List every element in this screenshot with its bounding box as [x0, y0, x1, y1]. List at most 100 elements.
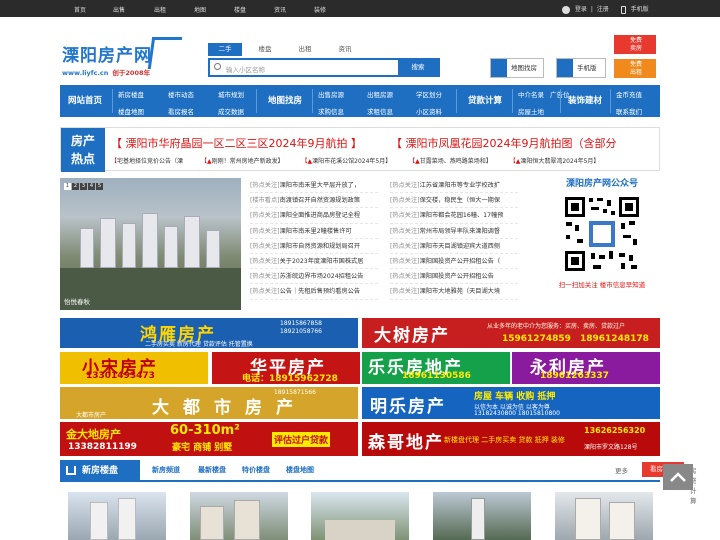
topnav-news[interactable]: 资讯	[274, 5, 286, 14]
ad-jindadi[interactable]: 金大地房产 60-310m² 豪宅 商铺 别墅 评估过户贷款 133828111…	[60, 422, 358, 456]
topnav-newhouse[interactable]: 楼盘	[234, 5, 246, 14]
nav-community[interactable]: 小区资料	[416, 106, 442, 116]
ad-dadushi[interactable]: 大都市房产 大都市房产 18915871566	[60, 387, 358, 419]
house-logo-icon	[147, 37, 183, 69]
news-item[interactable]: [热点关注]溧阳市都会花园16幢、17幢预	[390, 208, 518, 224]
topnav-separator: |	[590, 6, 593, 13]
news-item[interactable]: [热点关注]溧阳国投资产公开招租公告	[390, 269, 518, 285]
news-item[interactable]: [楼市看点]南渡镇召开自然资源规划政策	[250, 193, 378, 209]
slider-dot[interactable]: 4	[88, 183, 95, 190]
register-link[interactable]: 注册	[597, 6, 609, 13]
nav-gold-recharge[interactable]: 金币充值	[616, 89, 642, 99]
nav-contact[interactable]: 联系我们	[616, 106, 642, 116]
ad-xiaosong[interactable]: 小宋房产 13301493473	[60, 352, 208, 384]
mobile-version-button[interactable]: 手机版	[556, 58, 606, 78]
nav-loan[interactable]: 贷款计算	[458, 85, 512, 117]
tab-newhouse-channel[interactable]: 新房频道	[152, 465, 180, 475]
search-button[interactable]: 搜索	[398, 60, 438, 75]
hot-link[interactable]: 【宅基地择位竞价公告（溧	[111, 158, 191, 165]
login-link[interactable]: 登录	[575, 6, 587, 13]
main-nav: 网站首页 新房楼盘 楼盘地图 楼市动态 看房报名 城市规划 成交数据 地图找房 …	[60, 85, 660, 117]
news-item[interactable]: [热点关注]溧阳市自然资源和规划局召开	[250, 239, 378, 254]
tab-news[interactable]: 资讯	[328, 43, 362, 56]
nav-home[interactable]: 网站首页	[60, 85, 110, 117]
house-thumbnail[interactable]	[311, 492, 409, 540]
news-item[interactable]: [热点关注]苏浙皖边界市场2024招租公告	[250, 269, 378, 285]
news-item[interactable]: [热点关注]常州市局领导率队来溧阳调督	[390, 224, 518, 239]
nav-dynamic[interactable]: 楼市动态	[168, 89, 194, 99]
nav-land[interactable]: 房屋土地	[518, 106, 544, 116]
tab-rent[interactable]: 出租	[288, 43, 322, 56]
nav-rent-list[interactable]: 出租房源	[367, 89, 393, 99]
back-to-top-button[interactable]	[663, 464, 693, 490]
nav-school[interactable]: 学区划分	[416, 89, 442, 99]
site-logo[interactable]: 溧阳房产网 www.liyfc.cn 创于2008年	[62, 37, 183, 77]
slider-dot[interactable]: 1	[64, 183, 71, 190]
tab-resale[interactable]: 二手	[208, 43, 242, 56]
nav-newhouse[interactable]: 新房楼盘	[118, 89, 144, 99]
tab-map[interactable]: 楼盘地图	[286, 465, 314, 475]
tab-special[interactable]: 特价楼盘	[242, 465, 270, 475]
house-thumbnail[interactable]	[190, 492, 288, 540]
nav-decor[interactable]: 装饰建材	[560, 85, 610, 117]
free-sell-button[interactable]: 免费 卖房	[614, 35, 656, 54]
ad-mingle[interactable]: 明乐房产 房屋 车辆 收购 抵押 以信为本 以诚为信 以客为尊 13182430…	[362, 387, 660, 419]
slider-dot[interactable]: 2	[72, 183, 79, 190]
nav-wanted[interactable]: 求购信息	[318, 106, 344, 116]
search-input[interactable]: 输入小区名称	[226, 64, 265, 74]
logo-url: www.liyfc.cn	[62, 69, 109, 77]
tab-latest[interactable]: 最新楼盘	[198, 465, 226, 475]
slider-dot[interactable]: 5	[96, 183, 103, 190]
building-shape	[142, 213, 158, 268]
topnav-map[interactable]: 地图	[194, 5, 206, 14]
news-item[interactable]: [热点关注]溧阳市天目湖镇迎宾大道西侧	[390, 239, 518, 254]
nav-mapfind[interactable]: 地图找房	[258, 85, 312, 117]
nav-deal-data[interactable]: 成交数据	[218, 106, 244, 116]
news-item[interactable]: [热点关注]溧阳市南禾里2幢楼售许可	[250, 224, 378, 239]
hot-link[interactable]: 【▲溧阳恒大翡翠湾2024年5月】	[510, 158, 608, 165]
search-icon	[214, 63, 221, 70]
ad-yongli[interactable]: 永利房产 18961263337	[512, 352, 660, 384]
news-item[interactable]: [热点关注]溧阳全面推进商品房登记全程	[250, 208, 378, 224]
hot-link[interactable]: 【▲溧阳市花溪公馆2024年5月】	[302, 158, 400, 165]
more-link[interactable]: 更多	[615, 465, 628, 475]
news-item[interactable]: [热点关注]溧阳国投资产公开招租公告（	[390, 254, 518, 270]
topnav-decor[interactable]: 装修	[314, 5, 326, 14]
news-item[interactable]: [热点关注]溧阳市大地雅苑（天目湖大境	[390, 284, 518, 300]
topnav-rent[interactable]: 出租	[154, 5, 166, 14]
house-thumbnail[interactable]	[433, 492, 531, 540]
ad-hongyan[interactable]: 鸿雁房产 18915867858 18921058766 二手房买卖 新房代理 …	[60, 318, 358, 348]
news-item[interactable]: [热点关注]溧阳市南禾里大平层升放了，	[250, 178, 378, 194]
ad-huaping[interactable]: 华平房产 电话：18915962728	[212, 352, 360, 384]
mobile-link[interactable]: 手机版	[631, 6, 649, 13]
home-icon	[66, 466, 76, 475]
ad-senge[interactable]: 森哥地产 新楼盘代理 二手房买卖 贷款 抵押 装修 13626256320 溧阳…	[362, 422, 660, 456]
ad-lele[interactable]: 乐乐房地产 18961130586	[362, 352, 510, 384]
nav-rent-wanted[interactable]: 求租信息	[367, 106, 393, 116]
house-thumbnail[interactable]	[68, 492, 166, 540]
nav-agency[interactable]: 中介名录	[518, 89, 544, 99]
nav-sale-list[interactable]: 出售房源	[318, 89, 344, 99]
house-thumbnail[interactable]	[555, 492, 653, 540]
news-item[interactable]: [热点关注]关于2023年度溧阳市国株式居	[250, 254, 378, 270]
slider-caption: 怡悦春秋	[64, 298, 90, 306]
slider-dot[interactable]: 3	[80, 183, 87, 190]
news-item[interactable]: [热点关注]江苏省溧阳市等专业学校改扩	[390, 178, 518, 194]
free-rent-button[interactable]: 免费 出租	[614, 59, 656, 78]
hot-link[interactable]: 【▲甘露菜场、燕鸣路菜场和】	[409, 158, 500, 165]
hot-headline-1[interactable]: 【 溧阳市华府晶园一区二区三区2024年9月航拍 】	[111, 135, 362, 151]
topnav-home[interactable]: 首页	[74, 5, 86, 14]
news-item[interactable]: [热点关注]保交楼，稳民生（恒大一期保	[390, 193, 518, 209]
image-slider[interactable]: 12345 怡悦春秋	[60, 178, 241, 310]
qr-code-icon	[563, 195, 641, 273]
nav-housemap[interactable]: 楼盘地图	[118, 106, 144, 116]
ad-dashu[interactable]: 大树房产 从业多年的老中介为您服务：买房、卖房、贷款过户 15961274859…	[362, 318, 660, 348]
nav-tour-signup[interactable]: 看房报名	[168, 106, 194, 116]
tab-newhouse[interactable]: 楼盘	[248, 43, 282, 56]
nav-city-plan[interactable]: 城市规划	[218, 89, 244, 99]
hot-headline-2[interactable]: 【 溧阳市凤凰花园2024年9月航拍图（含部分	[391, 135, 617, 151]
hot-link[interactable]: 【▲刚刚！常州房地产新政发】	[201, 158, 292, 165]
topnav-sale[interactable]: 出售	[113, 5, 125, 14]
news-item[interactable]: [热点关注]公告｜先租后售预约看房公告	[250, 284, 378, 300]
map-find-button[interactable]: 地图找房	[490, 58, 544, 78]
